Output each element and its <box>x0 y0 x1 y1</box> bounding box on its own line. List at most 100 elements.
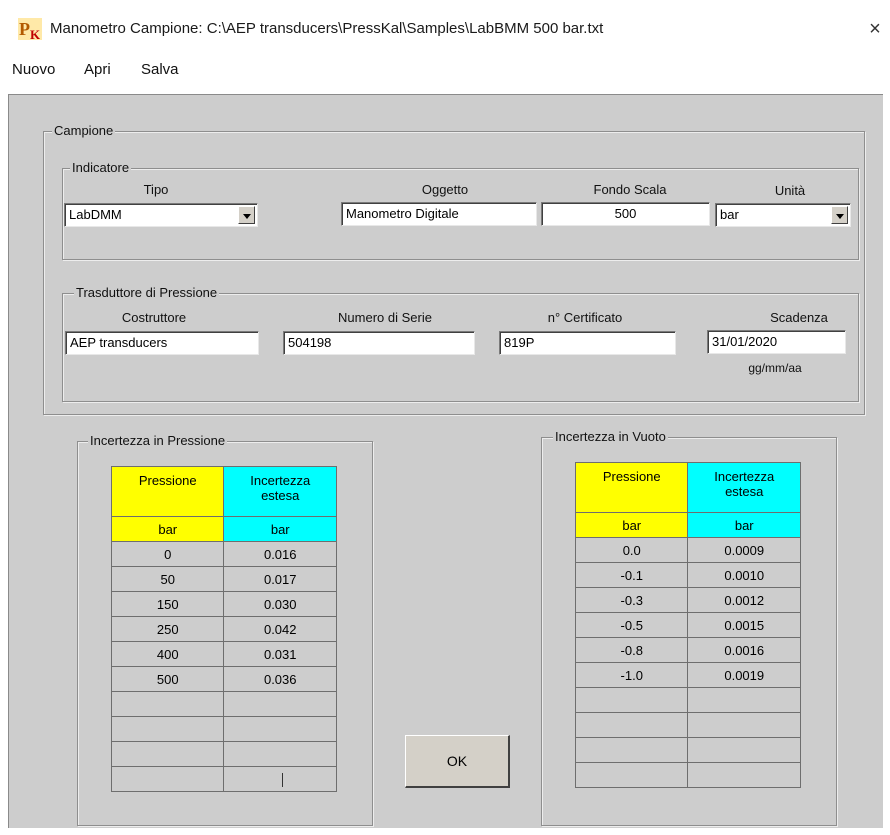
table-cell[interactable]: 0.031 <box>223 641 337 667</box>
incertezza-vuoto-title: Incertezza in Vuoto <box>553 429 668 444</box>
table-row: 150 0.030 <box>110 591 337 617</box>
window-title: Manometro Campione: C:\AEP transducers\P… <box>50 20 604 37</box>
close-icon[interactable]: × <box>862 14 888 44</box>
table-cell[interactable]: 0.042 <box>223 616 337 642</box>
table-row: 0 0.016 <box>110 541 337 567</box>
unita-select[interactable]: bar <box>715 203 851 227</box>
certificato-label: n° Certificato <box>547 310 623 325</box>
table-cell[interactable]: -0.3 <box>574 587 689 613</box>
svg-text:K: K <box>30 27 41 40</box>
chevron-down-icon[interactable] <box>831 206 848 224</box>
table-cell[interactable] <box>110 766 225 792</box>
table-cell[interactable]: 0.0012 <box>687 587 801 613</box>
unita-value: bar <box>720 207 739 222</box>
table-row <box>110 716 337 742</box>
menu-nuovo[interactable]: Nuovo <box>12 61 55 78</box>
table-cell[interactable]: 250 <box>110 616 225 642</box>
table-cell[interactable] <box>687 712 801 738</box>
table-cell[interactable]: 0.0015 <box>687 612 801 638</box>
table-cell[interactable]: 500 <box>110 666 225 692</box>
table-cell[interactable] <box>223 716 337 742</box>
date-format-hint: gg/mm/aa <box>748 361 802 375</box>
menu-salva[interactable]: Salva <box>141 61 179 78</box>
table-cell[interactable]: 0.016 <box>223 541 337 567</box>
table-cell[interactable]: 0.0010 <box>687 562 801 588</box>
table-cell[interactable]: 0.0009 <box>687 537 801 563</box>
table-row: 250 0.042 <box>110 616 337 642</box>
table-cell[interactable] <box>110 741 225 767</box>
table-cell[interactable]: 400 <box>110 641 225 667</box>
col-header-pressione: Pressione <box>110 466 225 517</box>
table-row: -0.8 0.0016 <box>574 637 801 663</box>
oggetto-value: Manometro Digitale <box>346 206 459 221</box>
table-row <box>110 766 337 792</box>
table-row <box>574 687 801 713</box>
table-cell[interactable]: 0.017 <box>223 566 337 592</box>
table-cell[interactable] <box>223 691 337 717</box>
costruttore-field[interactable]: AEP transducers <box>65 331 259 355</box>
scadenza-value: 31/01/2020 <box>712 334 778 349</box>
table-row: -0.5 0.0015 <box>574 612 801 638</box>
table-row: 500 0.036 <box>110 666 337 692</box>
menu-bar <box>0 52 890 86</box>
tipo-label: Tipo <box>143 182 169 197</box>
table-cell[interactable] <box>110 716 225 742</box>
table-cell[interactable] <box>223 741 337 767</box>
table-cell[interactable]: 0.0019 <box>687 662 801 688</box>
table-cell[interactable]: -0.8 <box>574 637 689 663</box>
incertezza-pressione-title: Incertezza in Pressione <box>88 433 228 448</box>
table-row: -0.1 0.0010 <box>574 562 801 588</box>
table-cell[interactable]: 0.0 <box>574 537 689 563</box>
ok-button[interactable]: OK <box>405 735 510 788</box>
oggetto-label: Oggetto <box>421 182 469 197</box>
table-cell[interactable]: -1.0 <box>574 662 689 688</box>
incertezza-vuoto-table: Pressione Incertezza estesa bar bar 0.0 0.… <box>574 462 801 788</box>
table-row <box>574 762 801 788</box>
unit-cell: bar <box>574 512 689 538</box>
table-cell[interactable] <box>687 687 801 713</box>
table-cell[interactable]: -0.1 <box>574 562 689 588</box>
table-cell[interactable] <box>574 737 689 763</box>
certificato-value: 819P <box>504 335 535 350</box>
table-row: 0.0 0.0009 <box>574 537 801 563</box>
tipo-value: LabDMM <box>69 207 122 222</box>
col-header-incertezza: Incertezza estesa <box>687 462 801 513</box>
table-cell[interactable]: 50 <box>110 566 225 592</box>
table-cell[interactable] <box>574 712 689 738</box>
numero-serie-field[interactable]: 504198 <box>283 331 475 355</box>
table-cell[interactable]: 150 <box>110 591 225 617</box>
unit-cell: bar <box>110 516 225 542</box>
table-row <box>574 712 801 738</box>
table-cell[interactable]: 0.0016 <box>687 637 801 663</box>
fondo-scala-value: 500 <box>614 206 637 221</box>
table-row: -0.3 0.0012 <box>574 587 801 613</box>
table-cell[interactable] <box>574 762 689 788</box>
col-header-pressione: Pressione <box>574 462 689 513</box>
table-cell[interactable] <box>687 762 801 788</box>
table-row: 400 0.031 <box>110 641 337 667</box>
scadenza-label: Scadenza <box>770 310 828 325</box>
tipo-select[interactable]: LabDMM <box>64 203 258 227</box>
table-cell[interactable] <box>223 766 337 792</box>
certificato-field[interactable]: 819P <box>499 331 676 355</box>
numero-serie-label: Numero di Serie <box>338 310 432 325</box>
table-cell[interactable] <box>687 737 801 763</box>
table-cell[interactable]: 0.036 <box>223 666 337 692</box>
fondo-scala-field[interactable]: 500 <box>541 202 710 226</box>
col-header-incertezza: Incertezza estesa <box>223 466 337 517</box>
chevron-down-icon[interactable] <box>238 206 255 224</box>
table-row <box>574 737 801 763</box>
table-row <box>110 741 337 767</box>
menu-apri[interactable]: Apri <box>84 61 111 78</box>
table-cell[interactable]: -0.5 <box>574 612 689 638</box>
oggetto-field[interactable]: Manometro Digitale <box>341 202 537 226</box>
scadenza-field[interactable]: 31/01/2020 <box>707 330 846 354</box>
costruttore-value: AEP transducers <box>70 335 168 350</box>
svg-text:P: P <box>19 19 30 39</box>
table-cell[interactable] <box>110 691 225 717</box>
table-cell[interactable]: 0.030 <box>223 591 337 617</box>
table-cell[interactable] <box>574 687 689 713</box>
campione-group-title: Campione <box>52 123 116 138</box>
table-cell[interactable]: 0 <box>110 541 225 567</box>
table-row: 50 0.017 <box>110 566 337 592</box>
